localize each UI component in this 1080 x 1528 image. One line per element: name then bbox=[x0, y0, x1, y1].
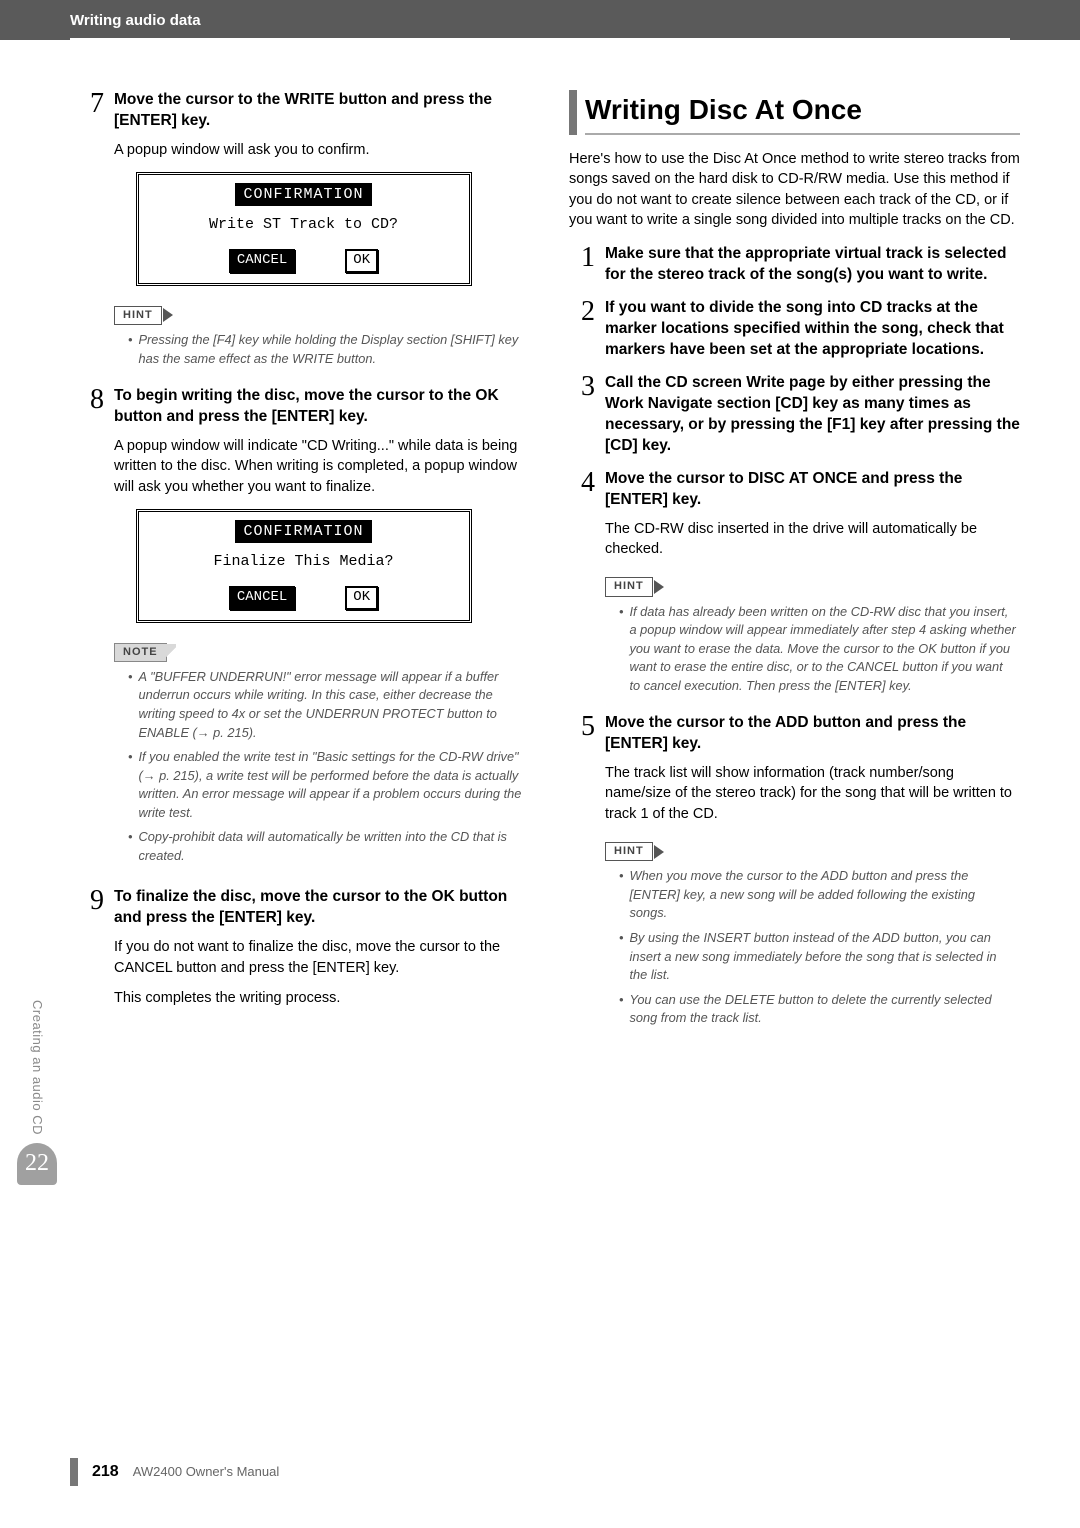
side-tab: Creating an audio CD 22 bbox=[20, 1000, 54, 1185]
section-title: Writing Disc At Once bbox=[585, 90, 1020, 135]
ok-button[interactable]: OK bbox=[345, 586, 378, 610]
step-3: 3 Call the CD screen Write page by eithe… bbox=[569, 373, 1020, 457]
step-8: 8 To begin writing the disc, move the cu… bbox=[78, 386, 529, 428]
step-heading: Call the CD screen Write page by either … bbox=[605, 373, 1020, 457]
cancel-button[interactable]: CANCEL bbox=[229, 249, 295, 273]
cancel-button[interactable]: CANCEL bbox=[229, 586, 295, 610]
dialog-confirmation-2: CONFIRMATION Finalize This Media? CANCEL… bbox=[136, 509, 472, 623]
hint-text: Pressing the [F4] key while holding the … bbox=[138, 331, 525, 368]
step-1: 1 Make sure that the appropriate virtual… bbox=[569, 244, 1020, 286]
note-item: If you enabled the write test in "Basic … bbox=[138, 748, 525, 822]
hint-label: HINT bbox=[605, 577, 653, 596]
step-body: The track list will show information (tr… bbox=[605, 763, 1020, 824]
manual-title: AW2400 Owner's Manual bbox=[133, 1463, 280, 1481]
footer-accent bbox=[70, 1458, 78, 1486]
dialog-confirmation-1: CONFIRMATION Write ST Track to CD? CANCE… bbox=[136, 172, 472, 286]
ok-button[interactable]: OK bbox=[345, 249, 378, 273]
step-9: 9 To finalize the disc, move the cursor … bbox=[78, 887, 529, 929]
step-5: 5 Move the cursor to the ADD button and … bbox=[569, 713, 1020, 755]
step-2: 2 If you want to divide the song into CD… bbox=[569, 298, 1020, 361]
note-item: A "BUFFER UNDERRUN!" error message will … bbox=[138, 668, 525, 742]
step-body: A popup window will indicate "CD Writing… bbox=[114, 436, 529, 497]
note-label: NOTE bbox=[114, 643, 167, 662]
step-heading: Move the cursor to DISC AT ONCE and pres… bbox=[605, 469, 1020, 511]
hint-label: HINT bbox=[114, 306, 162, 325]
accent-bar bbox=[569, 90, 577, 135]
step-number: 2 bbox=[569, 298, 595, 361]
step-body: The CD-RW disc inserted in the drive wil… bbox=[605, 519, 1020, 560]
dialog-message: Write ST Track to CD? bbox=[139, 214, 469, 235]
page-number: 218 bbox=[92, 1461, 119, 1483]
step-number: 1 bbox=[569, 244, 595, 286]
step-number: 5 bbox=[569, 713, 595, 755]
step-4: 4 Move the cursor to DISC AT ONCE and pr… bbox=[569, 469, 1020, 511]
hint-1: HINT •Pressing the [F4] key while holdin… bbox=[114, 304, 529, 368]
step-heading: To finalize the disc, move the cursor to… bbox=[114, 887, 529, 929]
side-label: Creating an audio CD bbox=[28, 1000, 46, 1135]
hint-text: By using the INSERT button instead of th… bbox=[629, 929, 1016, 985]
step-number: 3 bbox=[569, 373, 595, 457]
left-column: 7 Move the cursor to the WRITE button an… bbox=[78, 90, 529, 1036]
step-heading: Move the cursor to the ADD button and pr… bbox=[605, 713, 1020, 755]
section-heading: Writing Disc At Once bbox=[569, 90, 1020, 135]
step-heading: Move the cursor to the WRITE button and … bbox=[114, 90, 529, 132]
note-block: NOTE •A "BUFFER UNDERRUN!" error message… bbox=[114, 641, 529, 866]
step-number: 4 bbox=[569, 469, 595, 511]
dialog-title: CONFIRMATION bbox=[235, 520, 371, 543]
hint-text: You can use the DELETE button to delete … bbox=[629, 991, 1016, 1028]
step-7: 7 Move the cursor to the WRITE button an… bbox=[78, 90, 529, 132]
step-heading: If you want to divide the song into CD t… bbox=[605, 298, 1020, 361]
section-intro: Here's how to use the Disc At Once metho… bbox=[569, 149, 1020, 230]
chapter-chip: 22 bbox=[17, 1143, 57, 1185]
chapter-title: Writing audio data bbox=[70, 10, 201, 31]
step-number: 7 bbox=[78, 90, 104, 132]
step-body: This completes the writing process. bbox=[114, 988, 529, 1008]
hint-text: When you move the cursor to the ADD butt… bbox=[629, 867, 1016, 923]
step-number: 8 bbox=[78, 386, 104, 428]
hint-5: HINT •When you move the cursor to the AD… bbox=[605, 840, 1020, 1028]
dialog-title: CONFIRMATION bbox=[235, 183, 371, 206]
step-number: 9 bbox=[78, 887, 104, 929]
step-heading: To begin writing the disc, move the curs… bbox=[114, 386, 529, 428]
right-column: Writing Disc At Once Here's how to use t… bbox=[569, 90, 1020, 1036]
hint-4: HINT •If data has already been written o… bbox=[605, 575, 1020, 695]
hint-label: HINT bbox=[605, 842, 653, 861]
hint-text: If data has already been written on the … bbox=[629, 603, 1016, 696]
step-body: A popup window will ask you to confirm. bbox=[114, 140, 529, 160]
dialog-message: Finalize This Media? bbox=[139, 551, 469, 572]
step-heading: Make sure that the appropriate virtual t… bbox=[605, 244, 1020, 286]
note-item: Copy-prohibit data will automatically be… bbox=[138, 828, 525, 865]
page-footer: 218 AW2400 Owner's Manual bbox=[70, 1458, 279, 1486]
step-body: If you do not want to finalize the disc,… bbox=[114, 937, 529, 978]
